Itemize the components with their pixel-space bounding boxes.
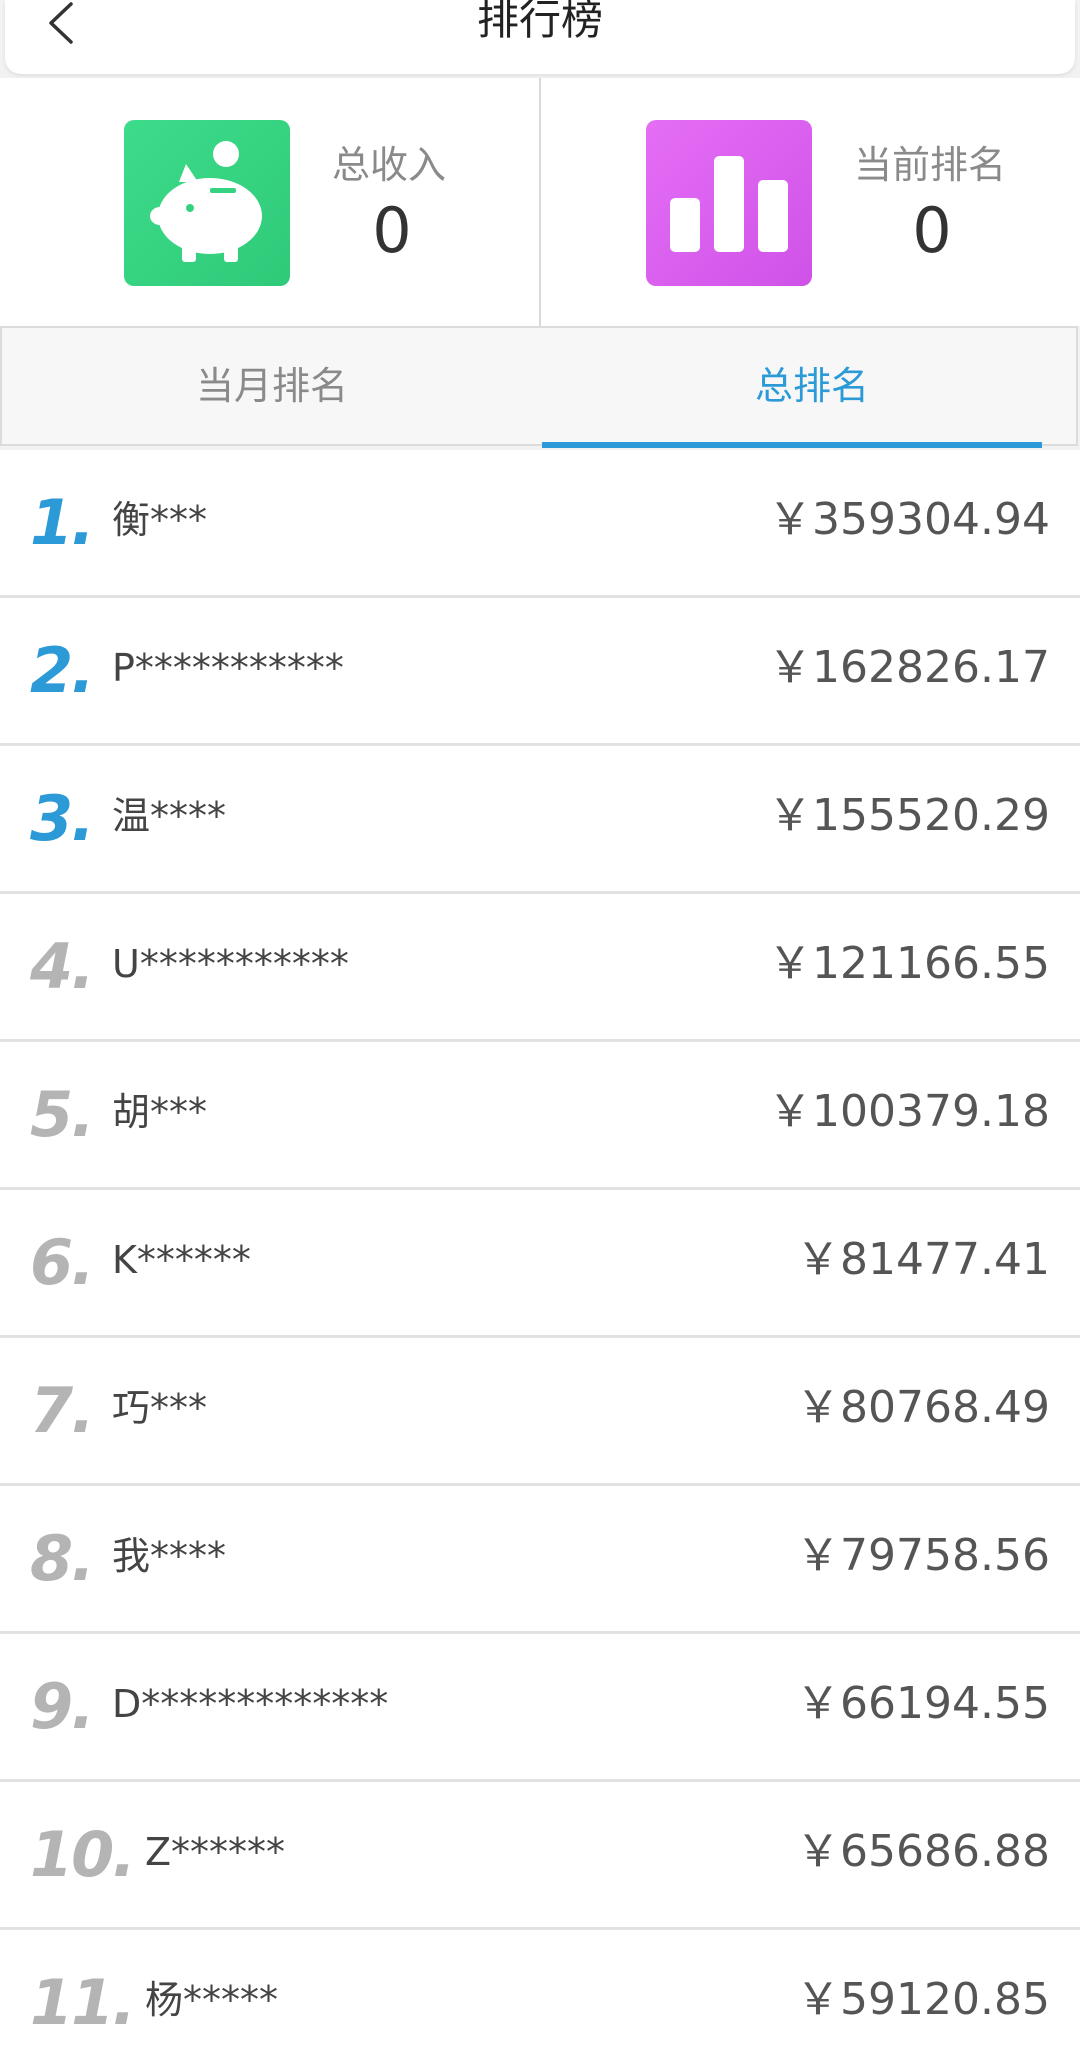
income-amount: ￥66194.55 — [796, 1678, 1050, 1729]
header-bar: 排行榜 — [5, 0, 1075, 74]
income-amount: ￥79758.56 — [796, 1530, 1050, 1581]
ranking-page: 排行榜 总收入 0 当前排名 0 当月排名 总排名 1. 衡*** ￥35930… — [0, 0, 1080, 2063]
ranking-list: 1. 衡*** ￥359304.94 2. P*********** ￥1628… — [0, 450, 1080, 2063]
stats-divider — [539, 78, 541, 326]
user-name: Z****** — [145, 1830, 286, 1874]
rank-number: 5. — [30, 1078, 95, 1151]
current-rank-label: 当前排名 — [854, 143, 1007, 187]
income-amount: ￥80768.49 — [796, 1382, 1050, 1433]
ranking-row-5[interactable]: 5. 胡*** ￥100379.18 — [0, 1042, 1080, 1190]
user-name: 我**** — [112, 1534, 227, 1578]
income-amount: ￥59120.85 — [796, 1974, 1050, 2025]
rank-number: 7. — [30, 1374, 95, 1447]
income-amount: ￥121166.55 — [768, 938, 1050, 989]
ranking-row-9[interactable]: 9. D************* ￥66194.55 — [0, 1634, 1080, 1782]
user-name: U*********** — [112, 942, 349, 986]
ranking-row-4[interactable]: 4. U*********** ￥121166.55 — [0, 894, 1080, 1042]
ranking-row-11[interactable]: 11. 杨***** ￥59120.85 — [0, 1930, 1080, 2063]
income-amount: ￥81477.41 — [796, 1234, 1050, 1285]
income-amount: ￥100379.18 — [768, 1086, 1050, 1137]
bar-chart-icon — [646, 120, 812, 286]
rank-number: 1. — [30, 486, 95, 559]
total-income-label: 总收入 — [332, 143, 447, 187]
user-name: 杨***** — [145, 1978, 279, 2022]
ranking-tabs: 当月排名 总排名 — [0, 326, 1080, 448]
page-title: 排行榜 — [476, 0, 603, 44]
current-rank-value: 0 — [912, 194, 952, 267]
user-name: 衡*** — [112, 498, 208, 542]
income-amount: ￥155520.29 — [768, 790, 1050, 841]
rank-number: 11. — [30, 1966, 136, 2039]
rank-number: 2. — [30, 634, 95, 707]
user-name: 巧*** — [112, 1386, 208, 1430]
income-amount: ￥359304.94 — [768, 494, 1050, 545]
active-tab-indicator — [542, 442, 1042, 448]
ranking-row-8[interactable]: 8. 我**** ￥79758.56 — [0, 1486, 1080, 1634]
user-name: 温**** — [112, 794, 227, 838]
tab-monthly-ranking[interactable]: 当月排名 — [2, 328, 542, 444]
rank-number: 4. — [30, 930, 95, 1003]
rank-number: 6. — [30, 1226, 95, 1299]
rank-number: 3. — [30, 782, 95, 855]
total-income-value: 0 — [372, 194, 412, 267]
income-amount: ￥162826.17 — [768, 642, 1050, 693]
rank-number: 9. — [30, 1670, 95, 1743]
user-name: P*********** — [112, 646, 344, 690]
ranking-row-7[interactable]: 7. 巧*** ￥80768.49 — [0, 1338, 1080, 1486]
user-name: K****** — [112, 1238, 251, 1282]
ranking-row-10[interactable]: 10. Z****** ￥65686.88 — [0, 1782, 1080, 1930]
ranking-row-2[interactable]: 2. P*********** ￥162826.17 — [0, 598, 1080, 746]
income-amount: ￥65686.88 — [796, 1826, 1050, 1877]
rank-number: 10. — [30, 1818, 136, 1891]
ranking-row-3[interactable]: 3. 温**** ￥155520.29 — [0, 746, 1080, 894]
rank-number: 8. — [30, 1522, 95, 1595]
stats-panel: 总收入 0 当前排名 0 — [0, 78, 1080, 326]
ranking-row-1[interactable]: 1. 衡*** ￥359304.94 — [0, 450, 1080, 598]
ranking-row-6[interactable]: 6. K****** ￥81477.41 — [0, 1190, 1080, 1338]
piggy-bank-icon — [124, 120, 290, 286]
tab-total-ranking[interactable]: 总排名 — [542, 328, 1080, 444]
user-name: 胡*** — [112, 1090, 208, 1134]
user-name: D************* — [112, 1682, 389, 1726]
